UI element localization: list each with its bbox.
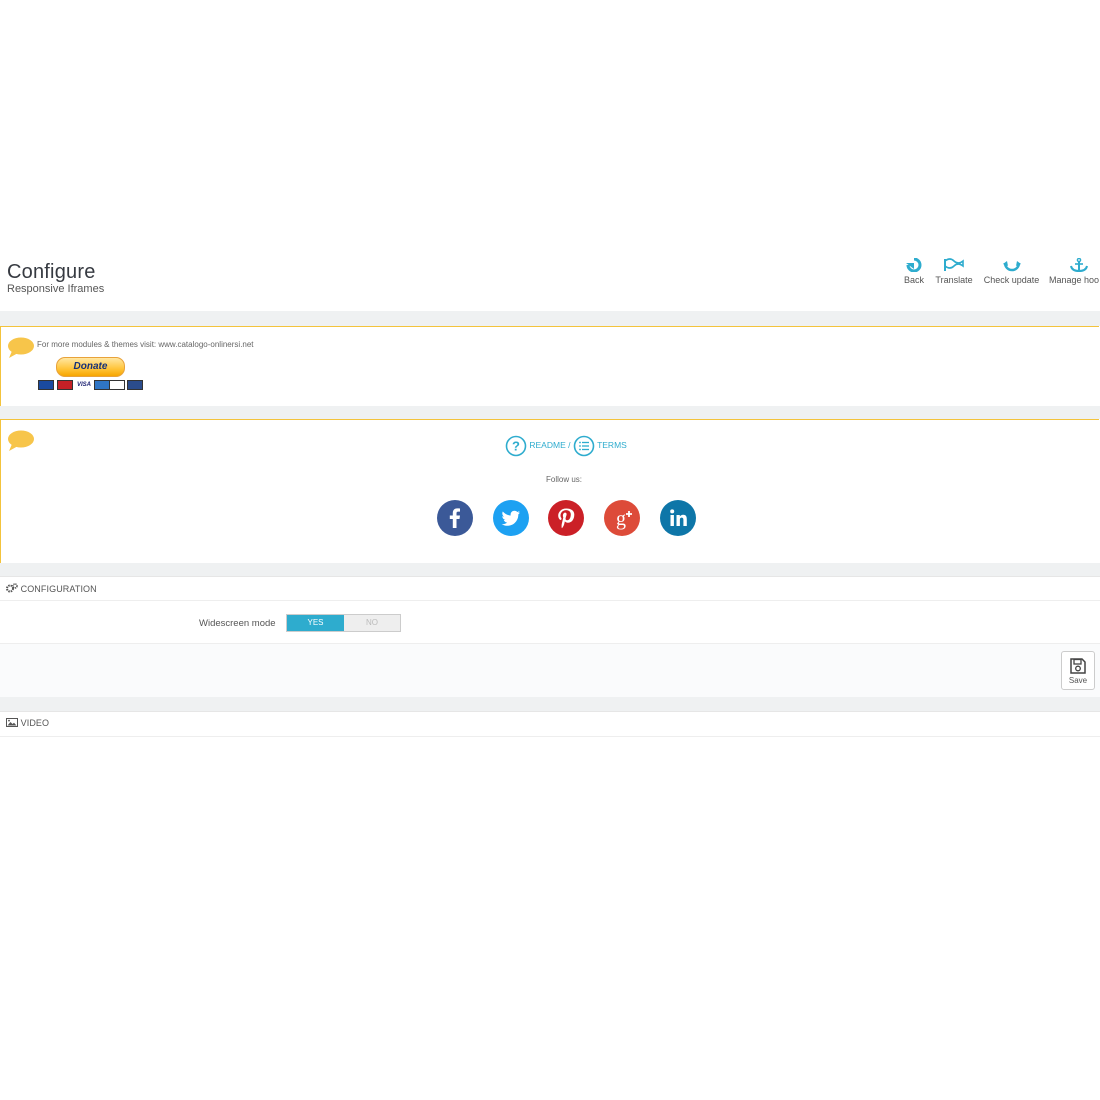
toggle-no-option[interactable]: NO [344,615,400,631]
mastercard-icon [57,380,73,390]
visa-icon: VISA [76,380,92,390]
video-panel [0,711,1100,737]
twitter-icon [501,510,520,526]
flag-icon [944,258,964,271]
check-update-label: Check update [983,275,1040,285]
page-subtitle: Responsive Iframes [7,283,105,295]
linkedin-link[interactable] [660,500,696,536]
manage-hooks-label: Manage hoo [1049,275,1100,285]
google-plus-icon: g [616,508,632,530]
bank-card-icon [127,380,143,390]
readme-label: README / [529,440,571,451]
svg-text:?: ? [512,439,520,454]
visit-text: For more modules & themes visit: www.cat… [37,340,254,349]
separator [0,406,1100,419]
discover-card-icon [109,380,125,390]
anchor-icon [1070,258,1088,272]
separator [0,311,1100,326]
follow-text: Follow us: [546,475,583,484]
panel-footer [0,643,1100,697]
list-icon [573,435,595,457]
twitter-link[interactable] [493,500,529,536]
help-icon: ? [505,435,527,457]
speech-bubble-icon [8,337,34,358]
save-label: Save [1068,676,1088,685]
donate-button[interactable]: Donate [56,357,125,377]
video-title: VIDEO [20,718,50,728]
terms-link[interactable]: TERMS [573,435,627,457]
video-heading: VIDEO [6,718,49,728]
google-plus-link[interactable]: g [604,500,640,536]
widescreen-mode-toggle[interactable]: YES NO [286,614,401,632]
check-update-button[interactable]: Check update [983,258,1040,285]
divider [0,600,1100,601]
cogs-icon [6,583,18,593]
speech-bubble-icon [8,430,34,451]
readme-link[interactable]: ? README / [505,435,573,457]
pinterest-link[interactable] [548,500,584,536]
links-row: ? README / TERMS [505,435,627,457]
translate-label: Translate [935,275,973,285]
page-title: Configure [7,261,96,283]
image-icon [6,718,18,727]
facebook-icon [449,508,460,528]
pinterest-icon [558,508,575,529]
amex-icon [94,380,110,390]
manage-hooks-button[interactable]: Manage hoo [1049,258,1100,285]
back-icon [906,258,922,272]
linkedin-icon [670,509,687,526]
configuration-title: CONFIGURATION [20,584,97,594]
configuration-heading: CONFIGURATION [6,583,97,594]
toggle-yes-option[interactable]: YES [287,615,344,631]
separator [0,563,1100,576]
save-button[interactable]: Save [1061,651,1095,690]
translate-button[interactable]: Translate [934,258,974,285]
separator [0,697,1100,711]
back-label: Back [903,275,924,285]
back-button[interactable]: Back [900,258,928,285]
facebook-link[interactable] [437,500,473,536]
maestro-card-icon [38,380,54,390]
save-icon [1070,658,1086,674]
widescreen-mode-label: Widescreen mode [199,618,276,629]
terms-label: TERMS [597,440,627,451]
promo-panel [0,326,1099,407]
refresh-icon [1002,261,1021,272]
svg-text:g: g [616,508,626,530]
